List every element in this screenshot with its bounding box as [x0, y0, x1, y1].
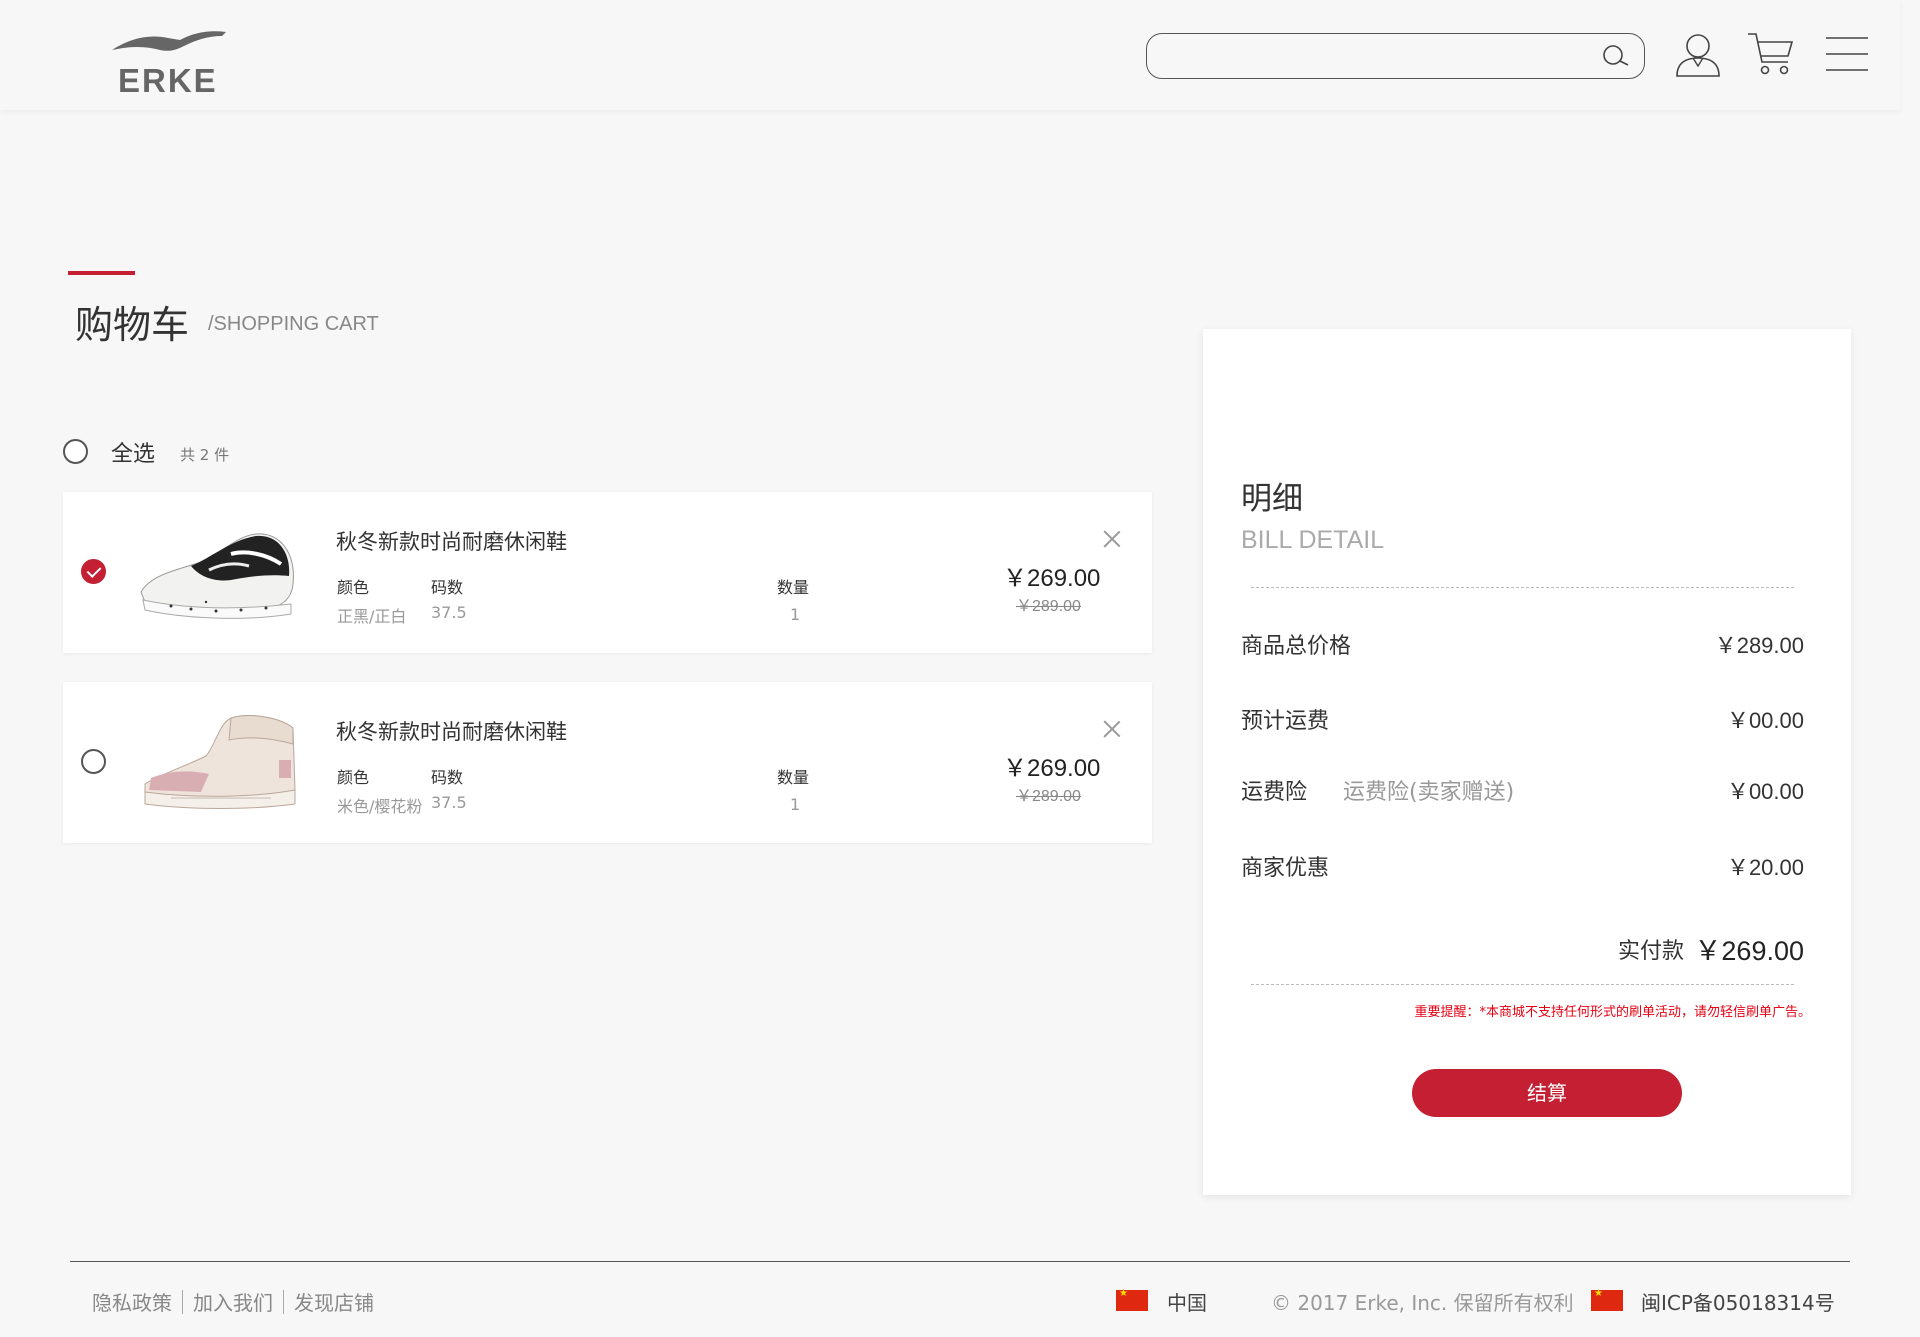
total-pay-value: ￥269.00: [1694, 936, 1804, 966]
subtotal-label: 商品总价格: [1241, 634, 1352, 659]
item-price: ￥269.00: [1003, 755, 1101, 782]
page-subtitle: /SHOPPING CART: [208, 313, 379, 335]
qty-label: 数量: [777, 768, 810, 787]
shipping-value: ￥00.00: [1726, 708, 1804, 733]
title-accent-bar: [68, 271, 135, 275]
site-header: ERKE: [0, 0, 1900, 110]
icp-license-link[interactable]: 闽ICP备05018314号: [1641, 1287, 1835, 1316]
page-title: 购物车: [75, 303, 190, 347]
item-price: ￥269.00: [1003, 565, 1101, 592]
remove-item-icon[interactable]: [1103, 530, 1121, 548]
item-original-price: ￥289.00: [1016, 788, 1081, 805]
color-label: 颜色: [337, 768, 370, 787]
search-box[interactable]: [1146, 33, 1645, 79]
china-flag-icon: [1591, 1288, 1623, 1311]
item-select-radio[interactable]: [81, 749, 106, 774]
erke-logo[interactable]: ERKE: [110, 28, 230, 99]
cart-item: 秋冬新款时尚耐磨休闲鞋 颜色 码数 数量 米色/樱花粉 37.5 1 ￥269.…: [63, 682, 1152, 843]
join-us-link[interactable]: 加入我们: [193, 1287, 273, 1316]
color-value: 米色/樱花粉: [337, 797, 423, 816]
divider: [1251, 984, 1794, 985]
select-all-label[interactable]: 全选: [111, 436, 155, 468]
color-value: 正黑/正白: [337, 607, 407, 626]
logo-text: ERKE: [118, 62, 218, 99]
select-all-radio[interactable]: [63, 439, 88, 464]
footer-links: 隐私政策 加入我们 发现店铺: [92, 1287, 374, 1316]
privacy-policy-link[interactable]: 隐私政策: [92, 1287, 172, 1316]
shoe-image-black-white[interactable]: [131, 514, 303, 632]
menu-icon[interactable]: [1824, 30, 1874, 78]
bill-detail-panel: 明细 BILL DETAIL 商品总价格 ￥289.00 预计运费 ￥00.00…: [1203, 329, 1851, 1195]
item-name[interactable]: 秋冬新款时尚耐磨休闲鞋: [336, 526, 567, 556]
item-select-radio[interactable]: [81, 559, 106, 584]
qty-value[interactable]: 1: [790, 795, 800, 814]
search-input[interactable]: [1163, 43, 1563, 69]
region-selector[interactable]: 中国: [1167, 1287, 1207, 1316]
shipping-insurance-label: 运费险: [1241, 780, 1308, 805]
color-label: 颜色: [337, 578, 370, 597]
footer-separator: [182, 1289, 183, 1314]
erke-swoosh-icon: [112, 31, 226, 51]
discount-label: 商家优惠: [1241, 856, 1330, 881]
search-icon[interactable]: [1600, 44, 1630, 68]
size-label: 码数: [431, 768, 464, 787]
footer-divider: [70, 1261, 1850, 1262]
cart-item: 秋冬新款时尚耐磨休闲鞋 颜色 码数 数量 正黑/正白 37.5 1 ￥269.0…: [63, 492, 1152, 653]
copyright-text: © 2017 Erke, Inc. 保留所有权利: [1271, 1291, 1574, 1315]
checkout-button[interactable]: 结算: [1412, 1069, 1682, 1117]
shipping-label: 预计运费: [1241, 709, 1330, 734]
qty-label: 数量: [777, 578, 810, 597]
item-name[interactable]: 秋冬新款时尚耐磨休闲鞋: [336, 716, 567, 746]
footer-separator: [283, 1289, 284, 1314]
size-value: 37.5: [431, 603, 467, 622]
item-original-price: ￥289.00: [1016, 598, 1081, 615]
shipping-insurance-note: 运费险(卖家赠送): [1343, 780, 1515, 805]
subtotal-value: ￥289.00: [1714, 633, 1804, 658]
size-label: 码数: [431, 578, 464, 597]
bill-title-en: BILL DETAIL: [1241, 526, 1385, 554]
user-icon[interactable]: [1673, 30, 1723, 78]
fraud-notice: 重要提醒：*本商城不支持任何形式的刷单活动，请勿轻信刷单广告。: [1414, 1005, 1811, 1020]
qty-value[interactable]: 1: [790, 605, 800, 624]
remove-item-icon[interactable]: [1103, 720, 1121, 738]
shoe-image-beige-pink[interactable]: [131, 704, 303, 822]
find-store-link[interactable]: 发现店铺: [294, 1287, 374, 1316]
size-value: 37.5: [431, 793, 467, 812]
bill-title: 明细: [1241, 481, 1303, 517]
item-count: 共 2 件: [180, 446, 230, 464]
discount-value: ￥20.00: [1726, 855, 1804, 880]
shipping-insurance-value: ￥00.00: [1726, 779, 1804, 804]
china-flag-icon: [1116, 1288, 1148, 1311]
divider: [1251, 587, 1794, 588]
cart-icon[interactable]: [1746, 30, 1796, 78]
total-pay-label: 实付款: [1618, 939, 1685, 964]
